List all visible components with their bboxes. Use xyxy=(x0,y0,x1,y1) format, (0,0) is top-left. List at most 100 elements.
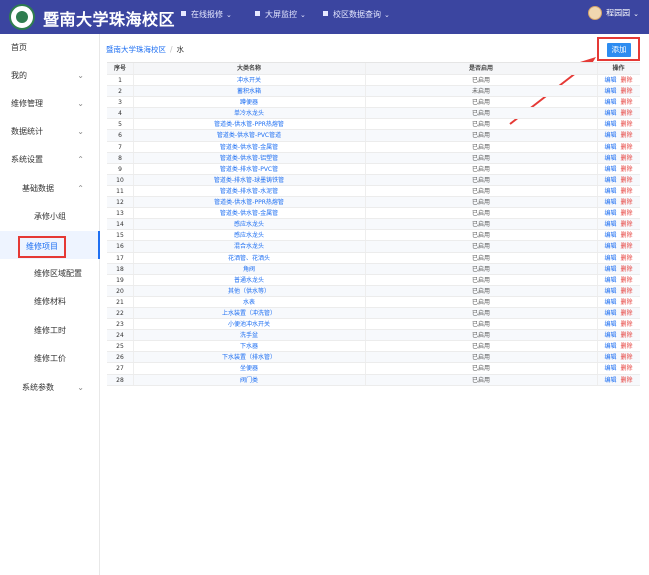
edit-button[interactable]: 编辑 xyxy=(604,99,616,106)
delete-button[interactable]: 删除 xyxy=(621,155,633,162)
delete-button[interactable]: 删除 xyxy=(621,299,633,306)
edit-button[interactable]: 编辑 xyxy=(604,377,616,384)
add-button[interactable]: 添加 xyxy=(607,43,631,57)
sidebar-item-1[interactable]: 我的 ⌄ xyxy=(0,62,100,90)
user-menu[interactable]: 程园园 ⌄ xyxy=(588,6,639,20)
row-ops: 编辑 删除 xyxy=(597,164,640,174)
table-row: 11 管道类-排水管-水泥管 已启用 编辑 删除 xyxy=(107,185,640,198)
edit-button[interactable]: 编辑 xyxy=(604,310,616,317)
edit-button[interactable]: 编辑 xyxy=(604,155,616,162)
delete-button[interactable]: 删除 xyxy=(621,99,633,106)
row-index: 26 xyxy=(107,352,134,363)
sidebar-item-5[interactable]: 基础数据 ⌃ xyxy=(0,175,100,203)
delete-button[interactable]: 删除 xyxy=(621,110,633,117)
row-name: 其他（供水等） xyxy=(133,285,366,296)
row-name: 感应水龙头 xyxy=(133,230,366,241)
top-header: 暨南大学珠海校区 在线报修 ⌄ 大屏监控 ⌄ 校区数据查询 ⌄ 程园园 ⌄ xyxy=(0,0,649,34)
edit-button[interactable]: 编辑 xyxy=(604,221,616,228)
sidebar-item-7[interactable]: 维修项目 xyxy=(0,231,100,259)
row-name: 管道类-供水管-金属管 xyxy=(133,141,366,152)
delete-button[interactable]: 删除 xyxy=(621,221,633,228)
edit-button[interactable]: 编辑 xyxy=(604,88,616,95)
edit-button[interactable]: 编辑 xyxy=(604,166,616,173)
row-ops: 编辑 删除 xyxy=(597,352,640,362)
row-name: 管道类-排水管-球墨铸铁管 xyxy=(133,174,366,185)
edit-button[interactable]: 编辑 xyxy=(604,277,616,284)
delete-button[interactable]: 删除 xyxy=(621,77,633,84)
sidebar-item-9[interactable]: 维修材料 xyxy=(0,288,100,316)
row-status: 已启用 xyxy=(365,130,598,141)
edit-button[interactable]: 编辑 xyxy=(604,210,616,217)
edit-button[interactable]: 编辑 xyxy=(604,332,616,339)
delete-button[interactable]: 删除 xyxy=(621,166,633,173)
sidebar-item-11[interactable]: 维修工价 xyxy=(0,345,100,373)
delete-button[interactable]: 删除 xyxy=(621,277,633,284)
delete-button[interactable]: 删除 xyxy=(621,210,633,217)
sidebar-item-6[interactable]: 承修小组 xyxy=(0,203,100,231)
delete-button[interactable]: 删除 xyxy=(621,343,633,350)
edit-button[interactable]: 编辑 xyxy=(604,299,616,306)
delete-button[interactable]: 删除 xyxy=(621,188,633,195)
sidebar-item-8[interactable]: 维修区域配置 xyxy=(0,260,100,288)
edit-button[interactable]: 编辑 xyxy=(604,354,616,361)
delete-button[interactable]: 删除 xyxy=(621,199,633,206)
row-status: 已启用 xyxy=(365,374,598,385)
row-status: 已启用 xyxy=(365,330,598,341)
delete-button[interactable]: 删除 xyxy=(621,232,633,239)
delete-button[interactable]: 删除 xyxy=(621,88,633,95)
row-status: 已启用 xyxy=(365,219,598,230)
sidebar-item-10[interactable]: 维修工时 xyxy=(0,317,100,345)
row-ops: 编辑 删除 xyxy=(597,275,640,285)
sidebar-item-0[interactable]: 首页 xyxy=(0,34,100,62)
delete-button[interactable]: 删除 xyxy=(621,144,633,151)
nav-screen-monitor[interactable]: 大屏监控 ⌄ xyxy=(255,9,306,20)
chevron-down-icon: ⌄ xyxy=(633,9,639,18)
sidebar-item-3[interactable]: 数据统计 ⌄ xyxy=(0,118,100,146)
delete-button[interactable]: 删除 xyxy=(621,255,633,262)
row-index: 11 xyxy=(107,185,134,197)
table-row: 3 蹲便器 已启用 编辑 删除 xyxy=(107,97,640,109)
edit-button[interactable]: 编辑 xyxy=(604,255,616,262)
edit-button[interactable]: 编辑 xyxy=(604,132,616,139)
edit-button[interactable]: 编辑 xyxy=(604,110,616,117)
delete-button[interactable]: 删除 xyxy=(621,365,633,372)
edit-button[interactable]: 编辑 xyxy=(604,343,616,350)
edit-button[interactable]: 编辑 xyxy=(604,177,616,184)
row-index: 6 xyxy=(107,130,134,141)
edit-button[interactable]: 编辑 xyxy=(604,188,616,195)
edit-button[interactable]: 编辑 xyxy=(604,232,616,239)
edit-button[interactable]: 编辑 xyxy=(604,199,616,206)
sidebar-item-4[interactable]: 系统设置 ⌃ xyxy=(0,146,100,174)
delete-button[interactable]: 删除 xyxy=(621,132,633,139)
sidebar-item-2[interactable]: 维修管理 ⌄ xyxy=(0,90,100,118)
row-ops: 编辑 删除 xyxy=(597,175,640,185)
edit-button[interactable]: 编辑 xyxy=(604,321,616,328)
delete-button[interactable]: 删除 xyxy=(621,321,633,328)
edit-button[interactable]: 编辑 xyxy=(604,266,616,273)
row-ops: 编辑 删除 xyxy=(597,97,640,107)
edit-button[interactable]: 编辑 xyxy=(604,77,616,84)
delete-button[interactable]: 删除 xyxy=(621,332,633,339)
delete-button[interactable]: 删除 xyxy=(621,121,633,128)
delete-button[interactable]: 删除 xyxy=(621,377,633,384)
row-name: 角阀 xyxy=(133,263,366,274)
chevron-icon: ⌄ xyxy=(77,99,84,108)
delete-button[interactable]: 删除 xyxy=(621,354,633,361)
row-index: 3 xyxy=(107,97,134,108)
edit-button[interactable]: 编辑 xyxy=(604,121,616,128)
row-name: 上水装置（冲洗管） xyxy=(133,307,366,319)
edit-button[interactable]: 编辑 xyxy=(604,365,616,372)
delete-button[interactable]: 删除 xyxy=(621,266,633,273)
nav-campus-data-query[interactable]: 校区数据查询 ⌄ xyxy=(323,9,390,20)
edit-button[interactable]: 编辑 xyxy=(604,144,616,151)
nav-online-repair[interactable]: 在线报修 ⌄ xyxy=(181,9,232,20)
edit-button[interactable]: 编辑 xyxy=(604,288,616,295)
delete-button[interactable]: 删除 xyxy=(621,310,633,317)
sidebar-item-12[interactable]: 系统参数 ⌄ xyxy=(0,374,100,402)
edit-button[interactable]: 编辑 xyxy=(604,243,616,250)
breadcrumb-root[interactable]: 暨南大学珠海校区 xyxy=(106,45,166,54)
delete-button[interactable]: 删除 xyxy=(621,288,633,295)
delete-button[interactable]: 删除 xyxy=(621,177,633,184)
delete-button[interactable]: 删除 xyxy=(621,243,633,250)
row-status: 已启用 xyxy=(365,163,598,174)
